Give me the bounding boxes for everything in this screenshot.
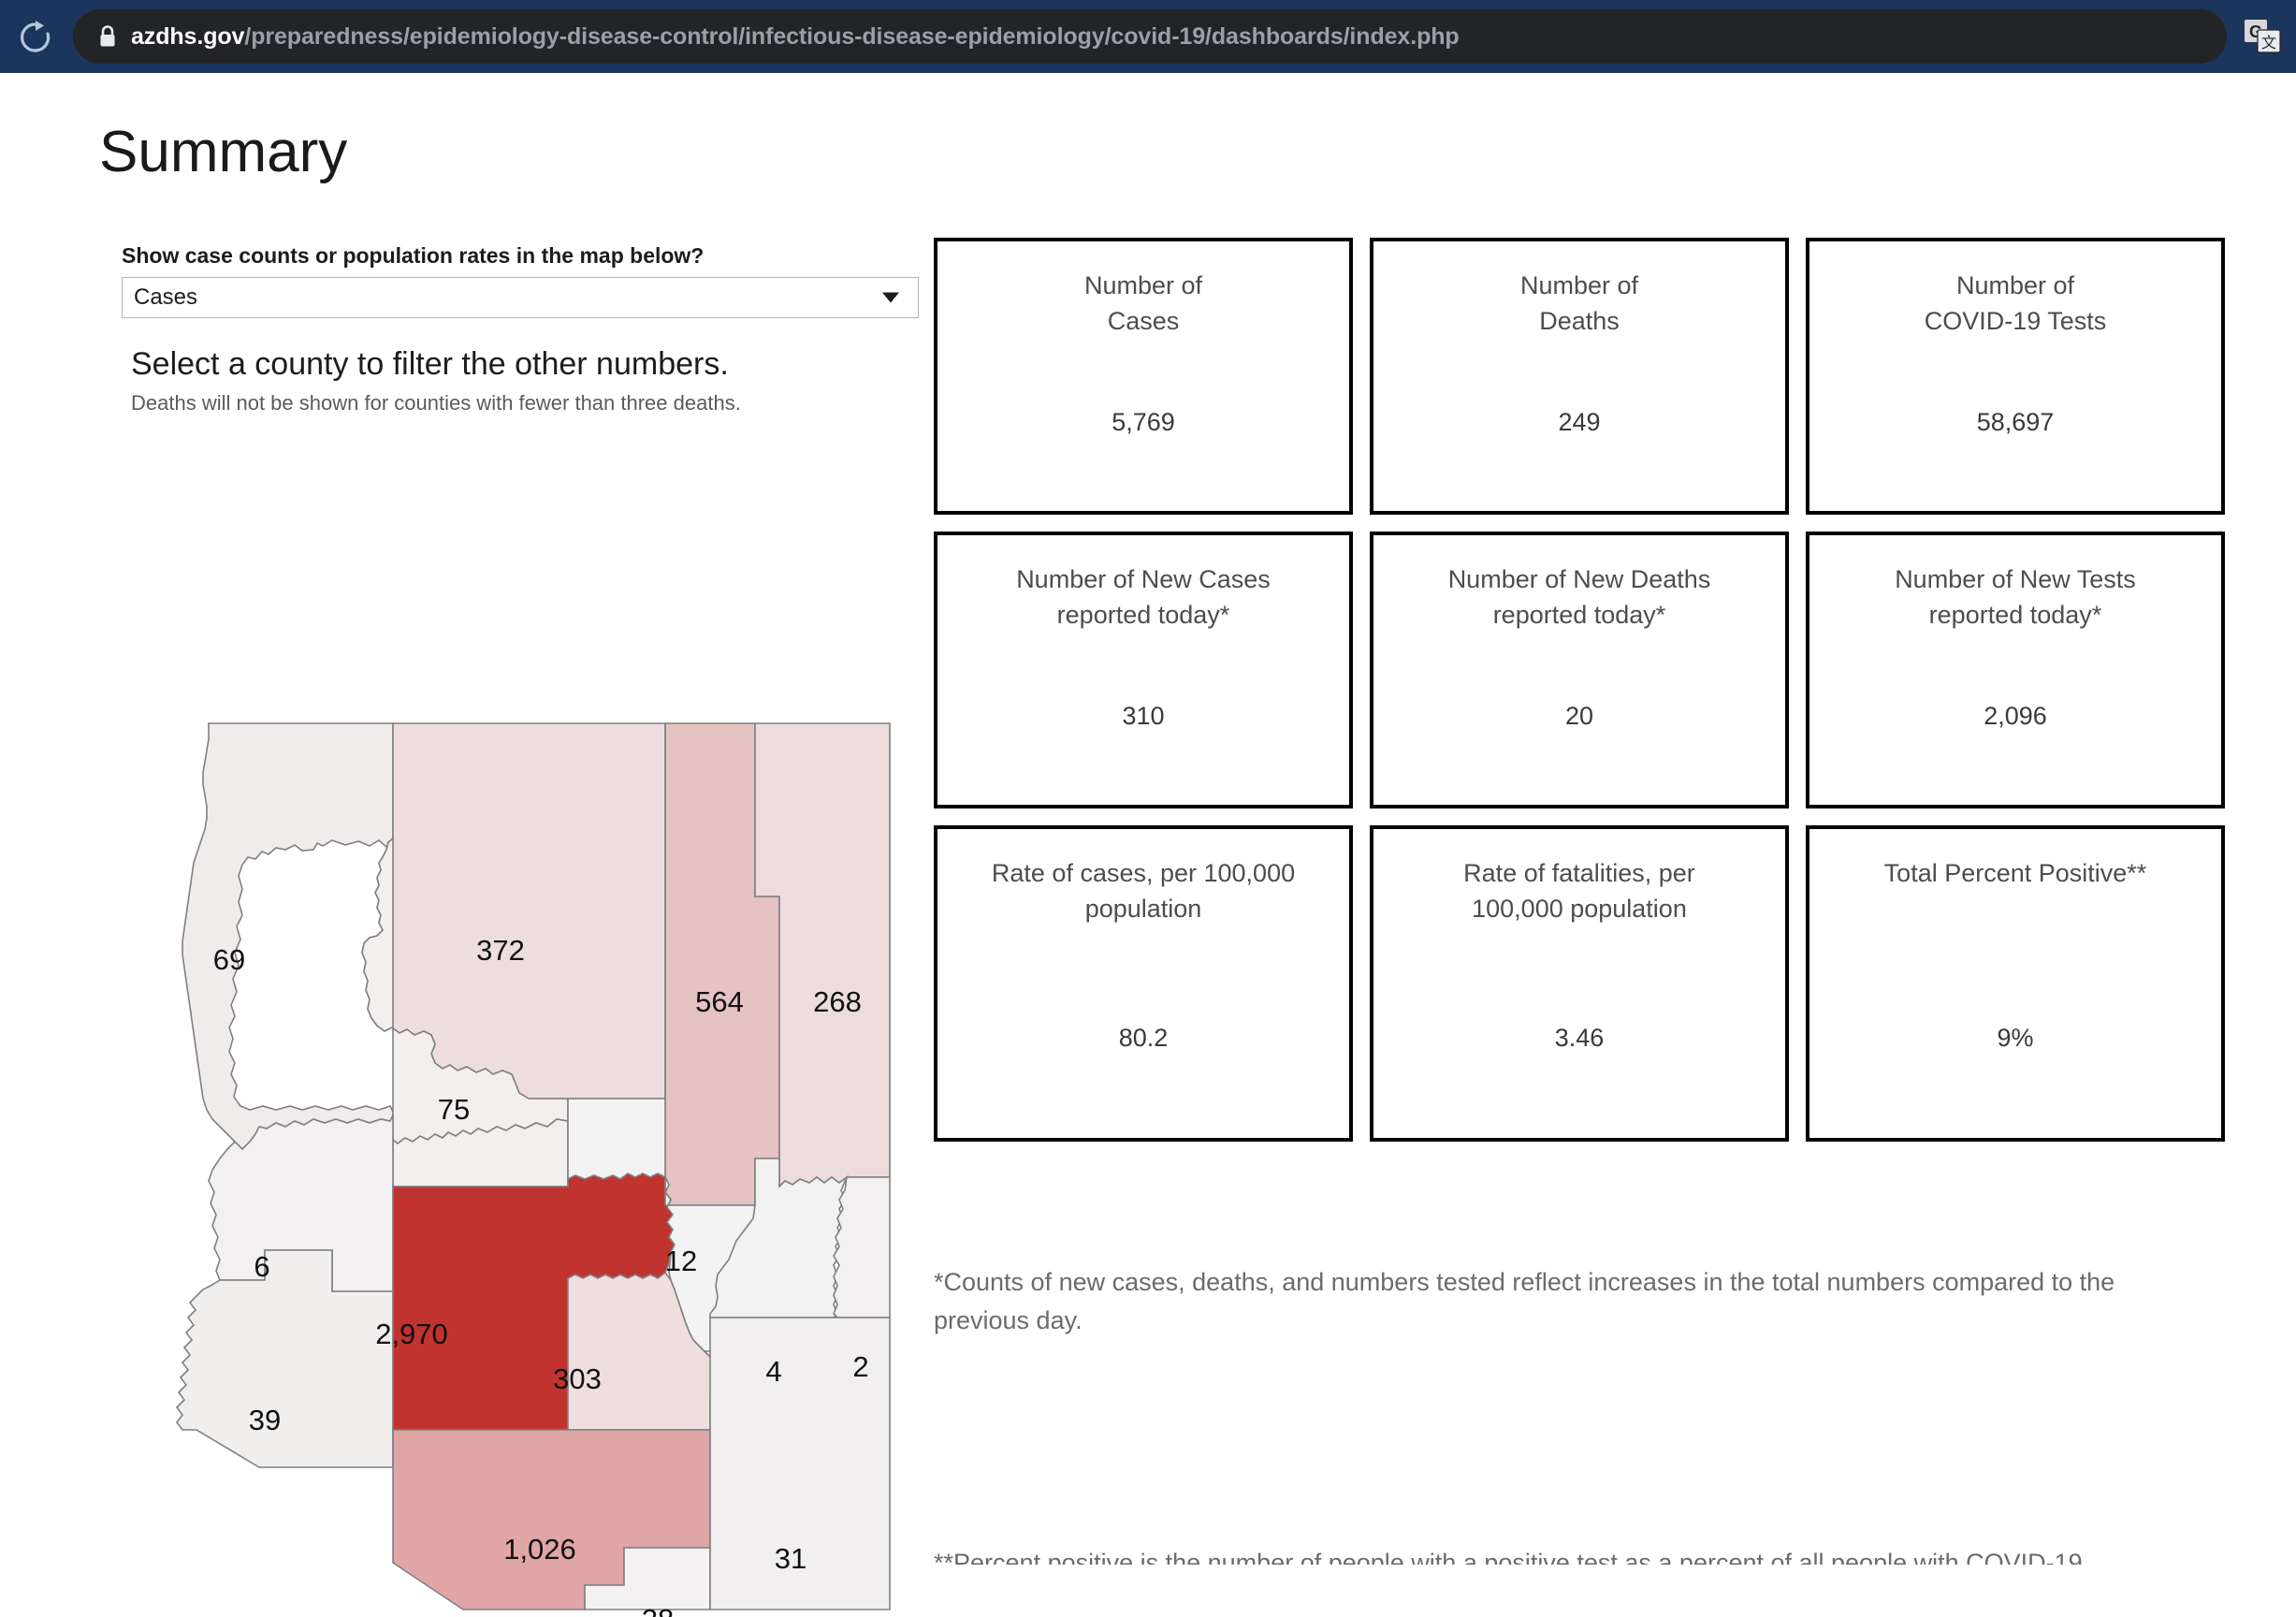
browser-chrome: azdhs.gov/preparedness/epidemiology-dise… (0, 0, 2296, 73)
county-filter-subnote: Deaths will not be shown for counties wi… (131, 391, 741, 415)
map-metric-select[interactable]: Cases (122, 276, 919, 318)
stat-value: 2,096 (1984, 702, 2047, 730)
stat-title-line: Rate of fatalities, per (1463, 859, 1695, 887)
stat-title: Total Percent Positive** (1884, 855, 2147, 891)
footnote-new-counts: *Counts of new cases, deaths, and number… (934, 1268, 2115, 1334)
stat-title: Number of Deaths (1520, 268, 1638, 340)
map-controls-panel: Show case counts or population rates in … (122, 243, 926, 415)
stat-card-number-of-covid-19-tests[interactable]: Number of COVID-19 Tests 58,697 (1806, 238, 2225, 515)
county-shape-greenlee[interactable] (833, 1176, 891, 1318)
county-label-pinal: 303 (553, 1362, 602, 1395)
county-filter-instruction: Select a county to filter the other numb… (131, 346, 729, 382)
stat-title-line: COVID-19 Tests (1924, 307, 2107, 336)
stat-value: 249 (1558, 408, 1601, 436)
county-label-gila: 12 (665, 1245, 697, 1277)
chevron-down-icon (882, 292, 899, 303)
svg-text:文: 文 (2261, 34, 2276, 51)
county-label-coconino: 372 (476, 934, 525, 967)
county-label-la-paz: 6 (254, 1250, 269, 1283)
stat-value: 310 (1122, 702, 1165, 730)
stat-card-new-cases-today[interactable]: Number of New Cases reported today* 310 (934, 532, 1353, 808)
stat-card-new-tests-today[interactable]: Number of New Tests reported today* 2,09… (1806, 532, 2225, 808)
county-shape-mohave[interactable] (182, 722, 394, 1151)
stat-title-line: population (1084, 895, 1202, 924)
stat-title: Number of Cases (1084, 268, 1202, 340)
stat-value: 9% (1997, 1024, 2034, 1052)
county-label-graham: 4 (765, 1355, 781, 1388)
stat-value: 20 (1564, 702, 1594, 730)
county-label-yuma: 39 (249, 1404, 281, 1436)
stat-title-line: Number of (1519, 271, 1639, 299)
county-label-santa-cruz: 28 (642, 1603, 674, 1617)
map-metric-select-label: Show case counts or population rates in … (122, 243, 705, 268)
stat-card-rate-of-cases[interactable]: Rate of cases, per 100,000 population 80… (934, 825, 1353, 1142)
stat-title: Rate of cases, per 100,000 population (992, 855, 1295, 927)
county-label-apache: 268 (813, 985, 862, 1018)
stat-card-new-deaths-today[interactable]: Number of New Deaths reported today* 20 (1370, 532, 1789, 808)
stat-title-line: reported today* (1492, 601, 1666, 630)
stat-title-line: Number of New Tests (1895, 565, 2136, 593)
stat-title: Number of New Tests reported today* (1895, 561, 2136, 634)
county-label-navajo: 564 (695, 985, 744, 1018)
url-domain: azdhs.gov (131, 22, 245, 50)
stat-title-line: Rate of cases, per 100,000 (991, 859, 1296, 887)
county-label-greenlee: 2 (852, 1350, 868, 1383)
stat-card-number-of-cases[interactable]: Number of Cases 5,769 (934, 238, 1353, 515)
county-label-maricopa: 2,970 (375, 1318, 448, 1350)
stat-title-line: reported today* (1056, 601, 1230, 630)
stat-title-line: 100,000 population (1472, 895, 1687, 924)
address-bar[interactable]: azdhs.gov/preparedness/epidemiology-dise… (73, 9, 2227, 64)
page-title: Summary (99, 119, 348, 184)
stat-title-line: Number of (1083, 271, 1203, 299)
stat-title: Number of COVID-19 Tests (1925, 268, 2107, 340)
stat-title-line: Total Percent Positive** (1883, 859, 2147, 887)
reload-icon[interactable] (17, 19, 54, 56)
stat-value: 3.46 (1554, 1024, 1605, 1052)
stat-title: Number of New Deaths reported today* (1448, 561, 1711, 634)
map-metric-select-value: Cases (134, 284, 198, 310)
stat-title-line: reported today* (1928, 601, 2102, 630)
url-path: /preparedness/epidemiology-disease-contr… (244, 22, 1460, 50)
stat-card-rate-of-fatalities[interactable]: Rate of fatalities, per 100,000 populati… (1370, 825, 1789, 1142)
stat-title-line: Cases (1107, 307, 1180, 336)
arizona-county-map[interactable]: 69 372 564 268 75 6 12 2,970 303 4 2 39 … (145, 719, 894, 1617)
stat-title: Rate of fatalities, per 100,000 populati… (1463, 855, 1695, 927)
stat-card-number-of-deaths[interactable]: Number of Deaths 249 (1370, 238, 1789, 515)
url-text: azdhs.gov/preparedness/epidemiology-dise… (131, 23, 1460, 51)
county-label-yavapai: 75 (438, 1093, 470, 1126)
stat-title-line: Number of New Deaths (1447, 565, 1711, 593)
lock-icon (97, 24, 118, 49)
summary-stat-grid: Number of Cases 5,769 Number of Deaths 2… (934, 238, 2225, 1158)
stat-title-line: Number of New Cases (1016, 565, 1271, 593)
stat-value: 80.2 (1118, 1024, 1169, 1052)
stat-value: 58,697 (1976, 408, 2055, 436)
county-label-mohave: 69 (213, 943, 245, 976)
google-translate-icon[interactable]: G 文 (2244, 19, 2281, 54)
county-label-cochise: 31 (775, 1542, 807, 1575)
stat-title: Number of New Cases reported today* (1016, 561, 1271, 634)
stat-card-total-percent-positive[interactable]: Total Percent Positive** 9% (1806, 825, 2225, 1142)
stat-title-line: Deaths (1539, 307, 1620, 336)
stat-title-line: Number of (1955, 271, 2075, 299)
county-label-pima: 1,026 (503, 1533, 576, 1566)
stat-row-rates: Rate of cases, per 100,000 population 80… (934, 825, 2225, 1142)
stat-row-new-today: Number of New Cases reported today* 310 … (934, 532, 2225, 808)
stat-row-totals: Number of Cases 5,769 Number of Deaths 2… (934, 238, 2225, 515)
stat-value: 5,769 (1112, 408, 1175, 436)
footnote-percent-positive: **Percent positive is the number of peop… (934, 1549, 2083, 1565)
dashboard-page: Summary Show case counts or population r… (0, 73, 2296, 1617)
